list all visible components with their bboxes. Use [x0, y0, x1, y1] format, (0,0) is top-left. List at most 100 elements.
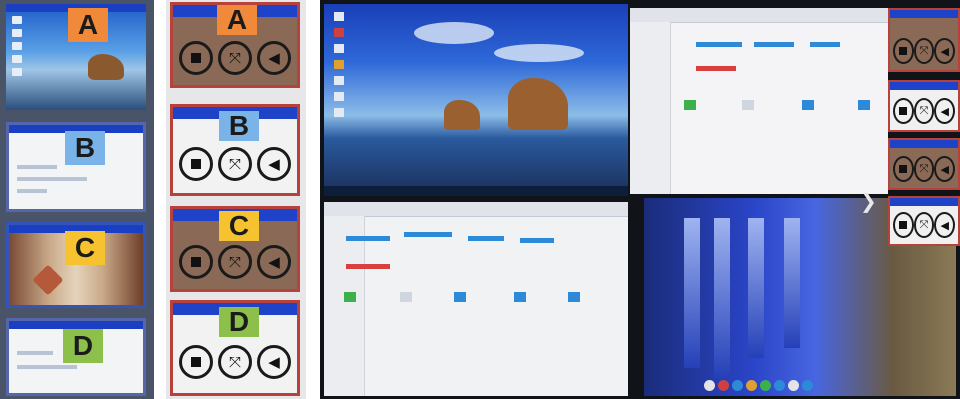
- expand-icon: ⤧: [919, 218, 929, 231]
- drive-bar-full: [696, 66, 736, 71]
- control-label-c: C: [219, 211, 259, 241]
- expand-icon: ⤧: [228, 155, 241, 173]
- expand-icon: ⤧: [919, 44, 929, 57]
- content-line: [17, 365, 77, 369]
- content-line: [17, 165, 57, 169]
- explorer-ribbon: [324, 202, 628, 217]
- drive-bar: [810, 42, 840, 47]
- fullscreen-button[interactable]: ⤧: [218, 41, 252, 75]
- folder-icon: [684, 100, 696, 110]
- file-explorer-window[interactable]: [630, 8, 888, 194]
- control-window-a[interactable]: A ⤧ ◀: [170, 2, 300, 88]
- folder-icon: [454, 292, 466, 302]
- control-window-c[interactable]: C ⤧ ◀: [170, 206, 300, 292]
- fullscreen-button[interactable]: ⤧: [913, 98, 935, 124]
- stop-button[interactable]: [179, 147, 213, 181]
- fullscreen-button[interactable]: ⤧: [913, 156, 935, 182]
- taskbar: [324, 186, 628, 196]
- stop-icon: [899, 165, 908, 173]
- desktop-window[interactable]: [324, 4, 628, 196]
- cloud-image: [494, 44, 584, 62]
- content-line: [17, 351, 53, 355]
- audio-button[interactable]: ◀: [934, 38, 956, 64]
- mini-control-window[interactable]: ⤧ ◀: [888, 138, 960, 190]
- cloud-image: [414, 22, 494, 44]
- fullscreen-button[interactable]: ⤧: [218, 147, 252, 181]
- desktop-icons: [334, 12, 370, 124]
- folder-icon: [568, 292, 580, 302]
- speaker-icon: ◀: [268, 353, 280, 371]
- audio-button[interactable]: ◀: [257, 147, 291, 181]
- control-window-b[interactable]: B ⤧ ◀: [170, 104, 300, 196]
- fullscreen-button[interactable]: ⤧: [218, 245, 252, 279]
- thumbnail-title-bar: [9, 321, 143, 329]
- folder-icon: [514, 292, 526, 302]
- source-label-d: D: [63, 329, 103, 363]
- drive-bar-full: [346, 264, 390, 269]
- control-buttons: ⤧ ◀: [179, 345, 291, 379]
- fullscreen-button[interactable]: ⤧: [913, 38, 935, 64]
- audio-button[interactable]: ◀: [934, 98, 956, 124]
- rock-arch-image: [508, 78, 568, 130]
- speaker-icon: ◀: [940, 162, 949, 176]
- stop-icon: [899, 107, 908, 115]
- drive-bar: [346, 236, 390, 241]
- stop-button[interactable]: [179, 41, 213, 75]
- source-label-c: C: [65, 231, 105, 265]
- stop-button[interactable]: [893, 98, 914, 124]
- maple-leaf-image: [32, 264, 64, 296]
- stop-icon: [191, 53, 201, 63]
- audio-button[interactable]: ◀: [934, 212, 956, 238]
- stop-button[interactable]: [893, 38, 914, 64]
- audio-button[interactable]: ◀: [257, 245, 291, 279]
- folder-icon: [742, 100, 754, 110]
- control-buttons: ⤧ ◀: [893, 98, 956, 124]
- speaker-icon: ◀: [940, 218, 949, 232]
- stop-button[interactable]: [179, 345, 213, 379]
- mini-control-window[interactable]: ⤧ ◀: [888, 8, 960, 72]
- drive-bar: [468, 236, 504, 241]
- waterfall-image: [714, 218, 730, 378]
- audio-button[interactable]: ◀: [934, 156, 956, 182]
- stop-button[interactable]: [893, 212, 914, 238]
- audio-button[interactable]: ◀: [257, 345, 291, 379]
- speaker-icon: ◀: [268, 253, 280, 271]
- control-title-bar: [890, 140, 958, 148]
- speaker-icon: ◀: [268, 155, 280, 173]
- folder-icon: [802, 100, 814, 110]
- source-thumbnail-b[interactable]: B: [6, 122, 146, 212]
- mini-control-window[interactable]: ⤧ ◀: [888, 196, 960, 246]
- expand-icon: ⤧: [919, 104, 929, 117]
- source-thumbnail-c[interactable]: C: [6, 222, 146, 308]
- source-thumbnail-a[interactable]: A: [6, 4, 146, 110]
- shared-screen-view: ❯ ⤧ ◀ ⤧ ◀ ⤧ ◀ ⤧ ◀: [320, 0, 960, 399]
- stop-button[interactable]: [179, 245, 213, 279]
- speaker-icon: ◀: [268, 49, 280, 67]
- control-label-d: D: [219, 307, 259, 337]
- waterfall-image: [784, 218, 800, 348]
- source-thumbnail-list: A B C D: [0, 0, 154, 399]
- fullscreen-button[interactable]: ⤧: [913, 212, 935, 238]
- stop-icon: [899, 221, 908, 229]
- stop-icon: [191, 257, 201, 267]
- stop-icon: [191, 159, 201, 169]
- stop-icon: [899, 47, 908, 55]
- control-label-a: A: [217, 5, 257, 35]
- drive-bar: [754, 42, 794, 47]
- control-window-d[interactable]: D ⤧ ◀: [170, 300, 300, 396]
- explorer-sidebar: [324, 216, 365, 396]
- file-explorer-window[interactable]: [324, 202, 628, 396]
- audio-button[interactable]: ◀: [257, 41, 291, 75]
- control-buttons: ⤧ ◀: [893, 38, 956, 64]
- explorer-sidebar: [630, 22, 671, 194]
- drive-bar: [404, 232, 452, 237]
- expand-icon: ⤧: [919, 162, 929, 175]
- chevron-right-icon[interactable]: ❯: [860, 190, 877, 212]
- control-buttons: ⤧ ◀: [893, 156, 956, 182]
- fullscreen-button[interactable]: ⤧: [218, 345, 252, 379]
- control-title-bar: [890, 82, 958, 90]
- source-thumbnail-d[interactable]: D: [6, 318, 146, 396]
- stop-button[interactable]: [893, 156, 914, 182]
- mini-control-window[interactable]: ⤧ ◀: [888, 80, 960, 132]
- source-label-b: B: [65, 131, 105, 165]
